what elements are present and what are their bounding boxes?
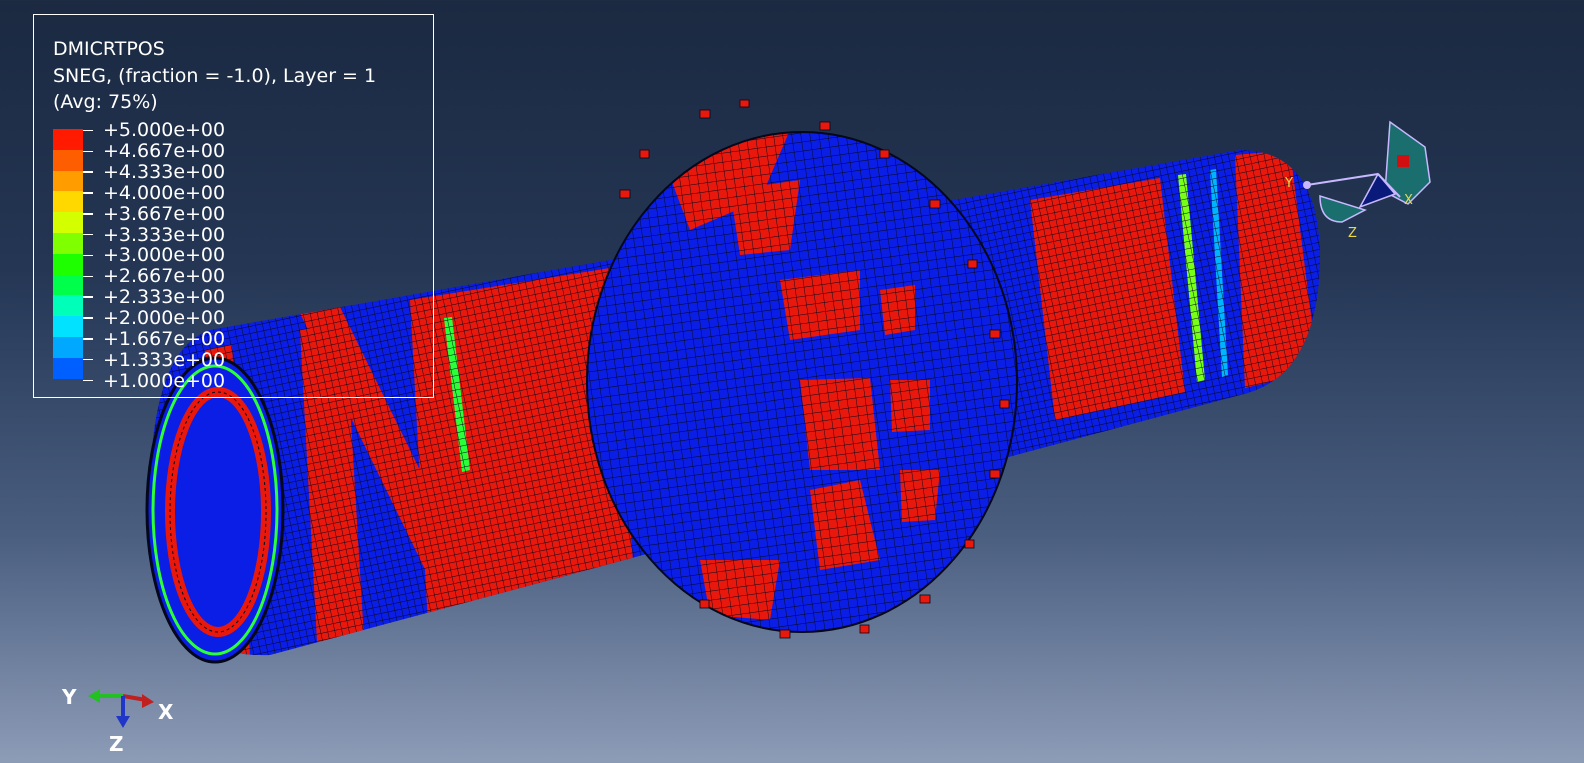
legend-tick: +4.000e+00 — [83, 181, 226, 204]
legend-tick-mark — [83, 171, 93, 173]
legend-swatch — [53, 170, 83, 192]
legend-tick: +4.333e+00 — [83, 161, 226, 184]
legend-swatch — [53, 129, 83, 150]
legend-tick: +3.000e+00 — [83, 244, 226, 267]
legend-tick-labels: +5.000e+00 +4.667e+00 +4.333e+00 +4.000e+00… — [83, 119, 226, 392]
legend-tick-mark — [83, 192, 93, 194]
pipe-left-end — [145, 356, 285, 664]
legend-tick: +3.333e+00 — [83, 223, 226, 246]
legend-color-bar — [53, 129, 83, 379]
legend-swatch — [53, 212, 83, 233]
legend-tick-label: +3.667e+00 — [103, 202, 226, 225]
view-orientation-triad: Y X Z — [1280, 112, 1450, 252]
axis-triad-z-label: Z — [109, 732, 124, 756]
legend-swatch — [53, 274, 83, 296]
legend-tick-label: +1.000e+00 — [103, 369, 226, 392]
legend-tick-mark — [83, 129, 93, 132]
legend-swatch — [53, 149, 83, 171]
legend-tick-mark — [83, 296, 93, 298]
legend-tick-label: +5.000e+00 — [103, 119, 226, 142]
legend-variable: DMICRTPOS — [53, 38, 165, 60]
legend-tick: +3.667e+00 — [83, 202, 226, 225]
view-triad-x-label: X — [1404, 193, 1413, 208]
legend-tick: +2.000e+00 — [83, 307, 226, 330]
legend-tick-label: +4.667e+00 — [103, 140, 226, 163]
legend-tick: +2.333e+00 — [83, 286, 226, 309]
legend-tick-mark — [83, 254, 93, 257]
legend-tick: +1.000e+00 — [83, 369, 226, 392]
view-triad-y-label: Y — [1285, 176, 1293, 191]
contour-legend: DMICRTPOS SNEG, (fraction = -1.0), Layer… — [33, 14, 434, 398]
legend-tick-mark — [83, 213, 93, 215]
legend-tick-mark — [83, 338, 93, 340]
legend-tick-mark — [83, 358, 93, 361]
sphere-body — [587, 132, 1017, 632]
legend-tick-label: +4.000e+00 — [103, 181, 226, 204]
legend-tick-label: +2.000e+00 — [103, 307, 226, 330]
legend-swatch — [53, 232, 83, 254]
legend-tick-label: +1.667e+00 — [103, 327, 226, 350]
legend-tick-mark — [83, 275, 93, 278]
legend-swatch — [53, 336, 83, 358]
legend-tick: +4.667e+00 — [83, 140, 226, 163]
legend-tick-mark — [83, 150, 93, 153]
legend-averaging: (Avg: 75%) — [53, 91, 158, 113]
legend-swatch — [53, 357, 83, 379]
legend-tick: +1.333e+00 — [83, 348, 226, 371]
axis-triad-y-label: Y — [62, 685, 77, 709]
legend-swatch — [53, 316, 83, 337]
legend-tick-mark — [83, 317, 93, 319]
legend-tick: +1.667e+00 — [83, 327, 226, 350]
legend-swatch — [53, 295, 83, 317]
legend-tick-label: +1.333e+00 — [103, 348, 226, 371]
legend-tick-label: +4.333e+00 — [103, 161, 226, 184]
legend-tick-label: +2.333e+00 — [103, 286, 226, 309]
legend-tick-mark — [83, 379, 93, 382]
coordinate-axis-triad: Y X Z — [58, 676, 188, 760]
legend-section: SNEG, (fraction = -1.0), Layer = 1 — [53, 65, 377, 87]
legend-tick: +5.000e+00 — [83, 119, 226, 142]
legend-tick-label: +2.667e+00 — [103, 265, 226, 288]
view-triad-graphic — [1303, 120, 1431, 223]
legend-tick-label: +3.333e+00 — [103, 223, 226, 246]
legend-tick: +2.667e+00 — [83, 265, 226, 288]
legend-tick-mark — [83, 233, 93, 236]
axis-triad-x-label: X — [158, 700, 174, 724]
legend-tick-label: +3.000e+00 — [103, 244, 226, 267]
legend-swatch — [53, 253, 83, 275]
view-triad-z-label: Z — [1348, 226, 1357, 241]
legend-swatch — [53, 191, 83, 213]
